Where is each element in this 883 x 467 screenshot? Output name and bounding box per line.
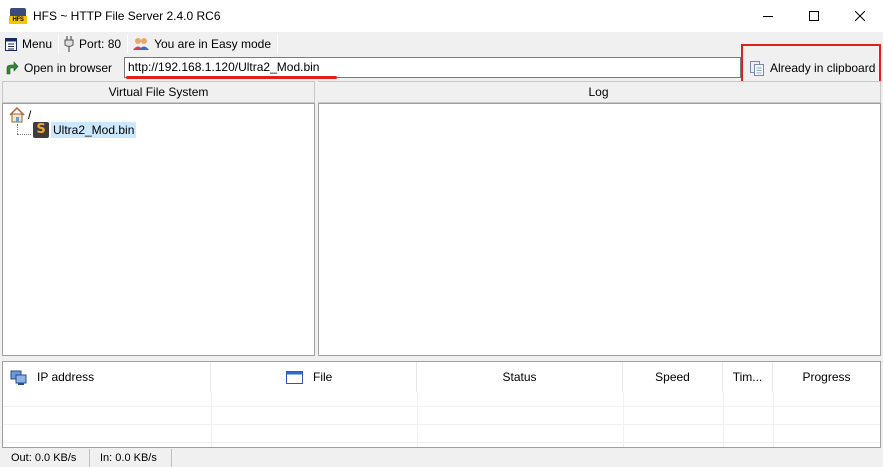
log-panel-title: Log <box>316 81 881 103</box>
open-arrow-icon <box>6 60 19 74</box>
column-ip-label: IP address <box>37 370 95 384</box>
vfs-tree[interactable]: / S Ultra2_Mod.bin <box>2 103 315 356</box>
url-highlight-underline <box>126 76 337 79</box>
tree-connector <box>17 124 18 134</box>
mode-label: You are in Easy mode <box>154 37 272 51</box>
file-icon: S <box>33 122 49 138</box>
grid-line <box>773 392 774 447</box>
grid-line <box>3 406 880 407</box>
column-file-label: File <box>313 370 333 384</box>
window-title: HFS ~ HTTP File Server 2.4.0 RC6 <box>33 9 221 23</box>
title-bar: HFS HFS ~ HTTP File Server 2.4.0 RC6 <box>0 0 883 32</box>
port-button[interactable]: Port: 80 <box>59 33 127 55</box>
menu-icon <box>5 37 17 51</box>
menu-label: Menu <box>22 37 53 51</box>
mode-button[interactable]: You are in Easy mode <box>128 33 277 55</box>
connections-list[interactable]: IP address File Status Speed Tim... Prog… <box>2 361 881 448</box>
grid-line <box>623 392 624 447</box>
vfs-root-node[interactable]: / <box>9 107 31 123</box>
close-button[interactable] <box>837 0 883 32</box>
port-label: Port: 80 <box>79 37 122 51</box>
users-icon <box>133 38 150 50</box>
menu-button[interactable]: Menu <box>0 33 58 55</box>
column-speed[interactable]: Speed <box>623 362 723 392</box>
minimize-icon <box>763 16 773 17</box>
connections-header: IP address File Status Speed Tim... Prog… <box>3 362 880 392</box>
column-speed-label: Speed <box>655 370 690 384</box>
vfs-panel-title: Virtual File System <box>2 81 315 103</box>
grid-line <box>417 392 418 447</box>
vfs-file-item[interactable]: S Ultra2_Mod.bin <box>33 122 137 138</box>
column-time-label: Tim... <box>732 370 763 384</box>
column-ip-address[interactable]: IP address <box>3 362 211 392</box>
plug-icon <box>64 36 74 52</box>
column-status[interactable]: Status <box>417 362 623 392</box>
close-icon <box>855 11 865 21</box>
toolbar-separator <box>277 35 279 53</box>
log-area[interactable] <box>318 103 881 356</box>
home-icon <box>9 107 25 123</box>
grid-line <box>211 392 212 447</box>
window-icon <box>286 370 303 384</box>
vfs-file-label: Ultra2_Mod.bin <box>51 122 137 138</box>
column-status-label: Status <box>502 370 537 384</box>
network-icon <box>10 370 27 385</box>
column-progress[interactable]: Progress <box>773 362 880 392</box>
vfs-root-label: / <box>28 108 32 122</box>
open-in-browser-button[interactable]: Open in browser <box>0 55 112 80</box>
open-in-browser-label: Open in browser <box>24 60 113 75</box>
grid-line <box>3 442 880 443</box>
outbound-speed: Out: 0.0 KB/s <box>0 449 90 467</box>
column-progress-label: Progress <box>802 370 851 384</box>
hfs-app-icon[interactable]: HFS <box>9 8 27 24</box>
window-controls <box>745 0 883 32</box>
url-field[interactable]: http://192.168.1.120/Ultra2_Mod.bin <box>124 57 741 78</box>
grid-line <box>3 424 880 425</box>
inbound-speed: In: 0.0 KB/s <box>90 449 172 467</box>
minimize-button[interactable] <box>745 0 791 32</box>
column-time[interactable]: Tim... <box>723 362 773 392</box>
tree-connector <box>17 134 31 135</box>
grid-line <box>723 392 724 447</box>
column-file[interactable]: File <box>211 362 417 392</box>
status-bar: Out: 0.0 KB/s In: 0.0 KB/s <box>0 449 883 467</box>
maximize-button[interactable] <box>791 0 837 32</box>
app-icon-text: HFS <box>9 16 27 24</box>
maximize-icon <box>809 11 819 21</box>
